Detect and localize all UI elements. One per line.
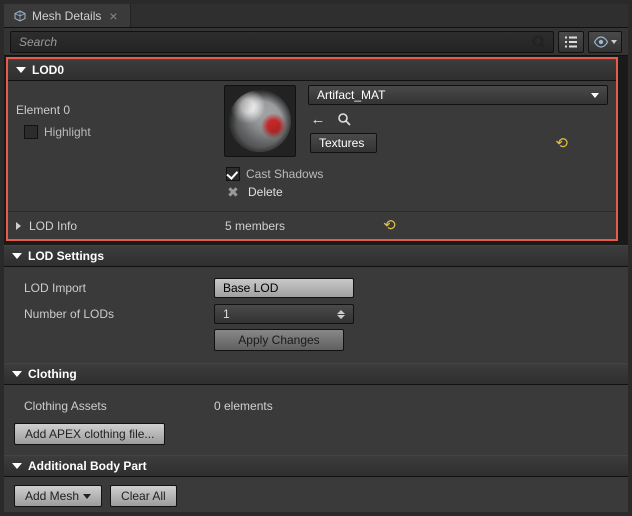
- lod-import-label: LOD Import: [14, 281, 214, 295]
- chevron-down-icon: [591, 93, 599, 98]
- material-name: Artifact_MAT: [317, 88, 385, 102]
- toolbar: [4, 28, 628, 56]
- delete-icon: ✖: [226, 185, 240, 199]
- close-icon[interactable]: ×: [107, 9, 119, 23]
- clear-all-button[interactable]: Clear All: [110, 485, 177, 507]
- tab-bar: Mesh Details ×: [4, 4, 628, 28]
- expand-icon: [16, 67, 26, 73]
- lod-import-value: Base LOD: [223, 281, 278, 295]
- grid-view-button[interactable]: [558, 31, 584, 53]
- section-title: Additional Body Part: [28, 459, 147, 473]
- clothing-assets-label: Clothing Assets: [14, 399, 214, 413]
- num-lods-value: 1: [223, 307, 230, 321]
- tab-label: Mesh Details: [32, 9, 101, 23]
- material-thumbnail[interactable]: [224, 85, 296, 157]
- section-header-lod-settings[interactable]: LOD Settings: [4, 245, 628, 267]
- section-header-additional-body-part[interactable]: Additional Body Part: [4, 455, 628, 477]
- clothing-assets-value: 0 elements: [214, 399, 273, 413]
- checkbox-box: [24, 125, 38, 139]
- lod-info-label: LOD Info: [29, 219, 77, 233]
- search-field[interactable]: [10, 31, 554, 53]
- search-input[interactable]: [17, 34, 525, 50]
- section-lod-settings: LOD Settings LOD Import Base LOD Num: [4, 245, 628, 363]
- section-clothing: Clothing Clothing Assets 0 elements Add …: [4, 363, 628, 455]
- textures-dropdown[interactable]: Textures: [310, 133, 377, 153]
- expand-icon: [12, 463, 22, 469]
- lod-import-dropdown[interactable]: Base LOD: [214, 278, 354, 298]
- num-lods-stepper[interactable]: 1: [214, 304, 354, 324]
- details-scroll[interactable]: LOD0 Element 0 Highlight: [4, 56, 628, 512]
- add-apex-clothing-button[interactable]: Add APEX clothing file...: [14, 423, 165, 445]
- material-sphere: [229, 90, 291, 152]
- expand-icon: [12, 253, 22, 259]
- section-title: Clothing: [28, 367, 77, 381]
- expand-icon: [12, 371, 22, 377]
- delete-label: Delete: [248, 185, 283, 199]
- num-lods-label: Number of LODs: [14, 307, 214, 321]
- tab-mesh-details[interactable]: Mesh Details ×: [4, 4, 131, 27]
- clear-all-label: Clear All: [121, 489, 166, 503]
- chevron-down-icon: [611, 40, 617, 44]
- add-mesh-button[interactable]: Add Mesh: [14, 485, 102, 507]
- cast-shadows-label: Cast Shadows: [246, 167, 323, 181]
- element-label: Element 0: [16, 103, 212, 117]
- apply-label: Apply Changes: [238, 333, 319, 347]
- element-column: Element 0 Highlight: [16, 85, 212, 139]
- section-header-clothing[interactable]: Clothing: [4, 363, 628, 385]
- textures-label: Textures: [319, 136, 364, 150]
- add-mesh-label: Add Mesh: [25, 489, 79, 503]
- lod-info-row[interactable]: LOD Info 5 members ⟲: [8, 211, 616, 239]
- visibility-button[interactable]: [588, 31, 622, 53]
- members-label: 5 members: [225, 219, 285, 233]
- apply-changes-button[interactable]: Apply Changes: [214, 329, 344, 351]
- chevron-down-icon: [83, 494, 91, 499]
- section-title: LOD Settings: [28, 249, 104, 263]
- section-title: LOD0: [32, 63, 64, 77]
- cast-shadows-checkbox[interactable]: Cast Shadows: [226, 167, 323, 181]
- section-additional-body-part: Additional Body Part Add Mesh Clear All: [4, 455, 628, 512]
- use-selected-icon[interactable]: ←: [310, 111, 326, 127]
- section-header-lod0[interactable]: LOD0: [8, 59, 616, 81]
- reset-icon[interactable]: ⟲: [383, 218, 396, 233]
- highlight-label: Highlight: [44, 125, 91, 139]
- mesh-icon: [14, 10, 26, 22]
- material-dropdown[interactable]: Artifact_MAT: [308, 85, 608, 105]
- highlight-checkbox[interactable]: Highlight: [24, 125, 212, 139]
- delete-row[interactable]: ✖ Delete: [226, 185, 608, 199]
- search-icon: [531, 34, 547, 50]
- browse-icon[interactable]: [336, 111, 352, 127]
- add-apex-label: Add APEX clothing file...: [25, 427, 154, 441]
- reset-icon[interactable]: ⟲: [555, 136, 568, 151]
- lod0-highlight-box: LOD0 Element 0 Highlight: [6, 57, 618, 241]
- checkbox-box: [226, 167, 240, 181]
- expand-icon: [16, 222, 21, 230]
- spinner-icon: [337, 310, 345, 319]
